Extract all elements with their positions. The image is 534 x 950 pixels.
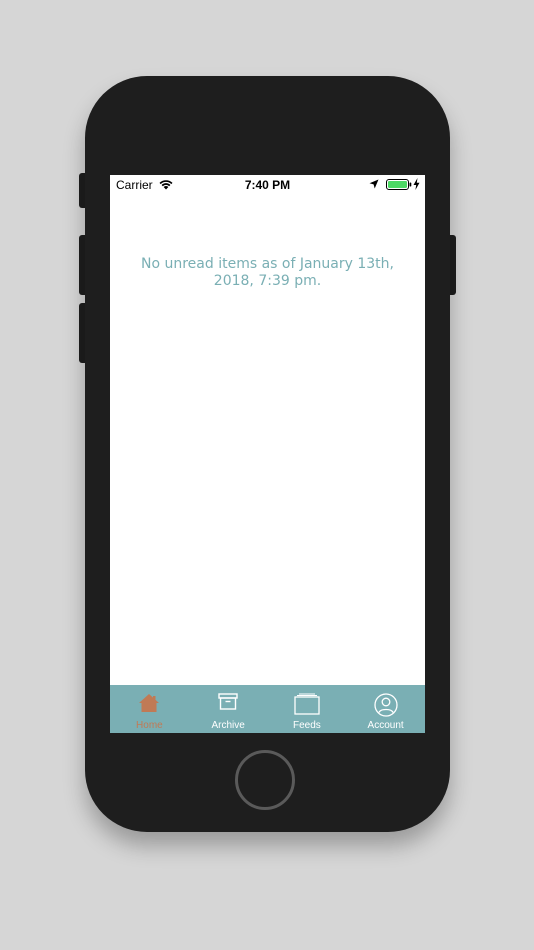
device-stage: Carrier 7:40 PM No unread items as of Ja… bbox=[0, 0, 534, 950]
empty-state-message: No unread items as of January 13th, 2018… bbox=[140, 256, 394, 289]
tab-archive-label: Archive bbox=[211, 720, 245, 731]
account-person-icon bbox=[373, 693, 398, 717]
archive-box-icon bbox=[218, 693, 238, 710]
tab-account-label: Account bbox=[367, 720, 404, 731]
tab-home[interactable]: Home bbox=[110, 685, 189, 733]
home-icon bbox=[139, 694, 160, 712]
feeds-folder-icon bbox=[294, 693, 320, 715]
tab-account[interactable]: Account bbox=[346, 685, 425, 733]
battery-icon bbox=[386, 179, 412, 190]
tab-feeds-label: Feeds bbox=[292, 720, 321, 731]
location-arrow-icon bbox=[369, 179, 379, 189]
tab-feeds[interactable]: Feeds bbox=[268, 685, 347, 733]
status-bar: Carrier 7:40 PM bbox=[110, 175, 425, 195]
charging-bolt-icon bbox=[413, 178, 420, 190]
home-button[interactable] bbox=[235, 750, 295, 810]
app-screen: Carrier 7:40 PM No unread items as of Ja… bbox=[110, 175, 425, 733]
tab-archive[interactable]: Archive bbox=[189, 685, 268, 733]
tab-home-label: Home bbox=[136, 720, 163, 731]
power-button bbox=[449, 235, 456, 295]
tab-bar: Home Archive Feeds Account bbox=[110, 685, 425, 733]
